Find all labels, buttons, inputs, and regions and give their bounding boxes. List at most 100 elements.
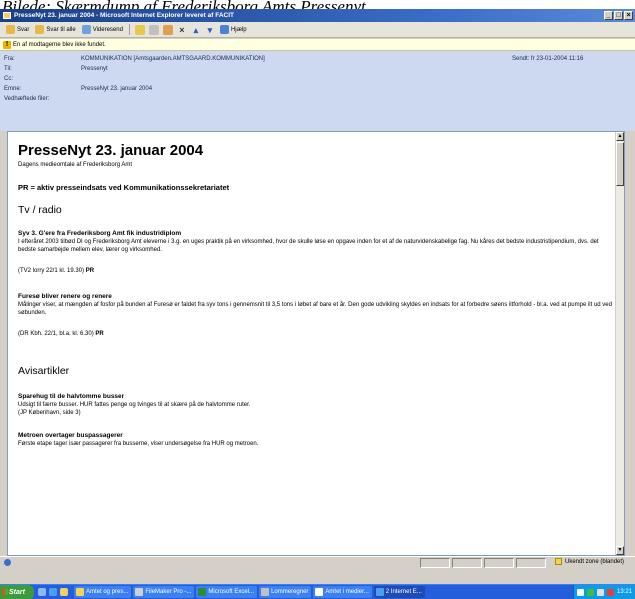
pr-note: PR = aktiv presseindsats ved Kommunikati… — [18, 183, 230, 192]
source-text: (TV2 lorry 22/1 kl. 19.30) — [18, 268, 85, 274]
vertical-scrollbar[interactable]: ▲ ▼ — [615, 132, 624, 555]
section-tv-radio: Tv / radio — [18, 204, 62, 216]
message-body[interactable]: PresseNyt 23. januar 2004 Dagens medieom… — [7, 131, 625, 556]
article-source: (JP København, side 3) — [18, 410, 81, 416]
cc-row: Cc: — [4, 74, 13, 84]
mail-icon — [3, 12, 11, 19]
cc-label: Cc: — [4, 76, 13, 82]
article-body: I efteråret 2003 tilbød DI og Frederiksb… — [18, 239, 599, 253]
sent-value: fr 23-01-2004 11:16 — [531, 56, 584, 62]
subject-value: PresseNyt 23. januar 2004 — [81, 86, 153, 92]
next-icon[interactable]: ▾ — [205, 25, 215, 35]
tv-article: Furesø bliver renere og renere Målinger … — [18, 292, 612, 338]
taskbar-button[interactable]: Amtet og pres... — [74, 586, 132, 598]
reply-all-icon — [35, 25, 45, 34]
avis-article: Metroen overtager buspassagerer Første e… — [18, 431, 612, 448]
status-bar: Ukendt zone (blandet) — [0, 556, 635, 568]
start-button[interactable]: Start — [0, 584, 34, 599]
scroll-up-arrow[interactable]: ▲ — [616, 132, 624, 141]
filemaker-icon — [135, 588, 144, 596]
forward-label: Videresend — [92, 26, 123, 33]
ie-window: PresseNyt 23. januar 2004 - Microsoft In… — [0, 9, 635, 584]
tv-article: Syv 3. G'ere fra Frederiksborg Amt fik i… — [18, 229, 612, 275]
to-value[interactable]: Pressenyt — [81, 64, 108, 74]
from-row: Fra: KOMMUNIKATION [Amtsgaarden.AMTSGAAR… — [4, 54, 265, 64]
toolbar: Svar Svar til alle Videresend × ▴ ▾ Hjæl… — [0, 22, 635, 38]
document-icon — [315, 588, 324, 596]
reply-label: Svar — [17, 26, 30, 33]
help-button[interactable]: Hjælp — [217, 23, 250, 36]
network-icon[interactable] — [576, 588, 584, 596]
article-body: Målinger viser, at mængden af fosfor på … — [18, 302, 612, 316]
article-body: Første etape tager især passagerer fra b… — [18, 441, 259, 447]
taskbar-label: Lommeregner — [271, 589, 309, 595]
section-avisartikler: Avisartikler — [18, 365, 70, 377]
document: PresseNyt 23. januar 2004 Dagens medieom… — [18, 142, 612, 448]
help-label: Hjælp — [230, 26, 247, 33]
article-body: Udsigt til færre busser. HUR fattes peng… — [18, 402, 251, 408]
flag-icon[interactable] — [134, 24, 145, 35]
window-controls: _ □ × — [604, 11, 633, 20]
to-label: Til: — [4, 66, 12, 72]
forward-button[interactable]: Videresend — [79, 23, 126, 36]
quick-launch — [34, 588, 72, 596]
antivirus-icon[interactable] — [586, 588, 594, 596]
toolbar-separator — [128, 24, 130, 35]
address-book-icon[interactable] — [162, 24, 173, 35]
window-title: PresseNyt 23. januar 2004 - Microsoft In… — [14, 12, 234, 19]
delete-icon[interactable]: × — [177, 25, 187, 35]
ie-icon — [375, 588, 384, 596]
pr-tag: PR — [85, 268, 95, 274]
title-bar: PresseNyt 23. januar 2004 - Microsoft In… — [0, 9, 635, 22]
article-headline: Syv 3. G'ere fra Frederiksborg Amt fik i… — [18, 230, 182, 237]
taskbar-button[interactable]: Amtet i medier... — [313, 586, 372, 598]
taskbar-button[interactable]: Microsoft Excel... — [196, 586, 258, 598]
help-icon — [219, 25, 229, 34]
status-field — [420, 558, 450, 568]
from-label: Fra: — [4, 56, 15, 62]
scroll-down-arrow[interactable]: ▼ — [616, 546, 624, 555]
taskbar-button[interactable]: FileMaker Pro -... — [133, 586, 195, 598]
avis-article: Sparehug til de halvtomme busser Udsigt … — [18, 392, 612, 417]
maximize-button[interactable]: □ — [614, 11, 623, 20]
pr-tag: PR — [95, 331, 104, 337]
article-headline: Furesø bliver renere og renere — [18, 293, 112, 300]
close-button[interactable]: × — [624, 11, 633, 20]
from-value[interactable]: KOMMUNIKATION [Amtsgaarden.AMTSGAARD.KOM… — [81, 54, 265, 64]
system-tray: 13:21 — [572, 584, 635, 599]
document-title: PresseNyt 23. januar 2004 — [18, 142, 204, 159]
subject-label: Emne: — [4, 86, 22, 92]
minimize-button[interactable]: _ — [604, 11, 613, 20]
info-message: En af modtagerne blev ikke fundet. — [13, 42, 106, 48]
info-bar: ! En af modtagerne blev ikke fundet. — [0, 39, 635, 51]
taskbar: Start Amtet og pres... FileMaker Pro -..… — [0, 584, 635, 599]
desktop-icon[interactable] — [38, 588, 46, 596]
taskbar-button-active[interactable]: 2 Internet E... — [373, 586, 425, 598]
scroll-thumb[interactable] — [616, 142, 624, 186]
start-label: Start — [9, 588, 25, 596]
outlook-icon[interactable] — [60, 588, 68, 596]
zone-label: Ukendt zone (blandet) — [565, 559, 625, 565]
windows-logo-icon — [2, 588, 8, 595]
print-icon[interactable] — [148, 24, 159, 35]
clock[interactable]: 13:21 — [617, 589, 632, 595]
article-source: (DR Kbh. 22/1, bl.a. kl. 6.30) PR — [18, 330, 612, 338]
taskbar-label: Microsoft Excel... — [208, 589, 255, 595]
taskbar-label: 2 Internet E... — [385, 589, 422, 595]
reply-icon — [6, 25, 15, 34]
calculator-icon — [261, 588, 270, 596]
previous-icon[interactable]: ▴ — [191, 25, 201, 35]
ie-icon[interactable] — [49, 588, 57, 596]
reply-all-button[interactable]: Svar til alle — [32, 23, 78, 36]
security-zone[interactable]: Ukendt zone (blandet) — [555, 557, 624, 568]
status-field — [516, 558, 546, 568]
sent-info: Sendt: fr 23-01-2004 11:16 — [512, 54, 583, 64]
article-source: (TV2 lorry 22/1 kl. 19.30) PR — [18, 267, 612, 275]
taskbar-button[interactable]: Lommeregner — [259, 586, 312, 598]
warning-icon: ! — [3, 41, 11, 49]
article-headline: Metroen overtager buspassagerer — [18, 432, 123, 439]
security-icon[interactable] — [606, 588, 614, 596]
reply-button[interactable]: Svar — [3, 23, 32, 36]
volume-icon[interactable] — [596, 588, 604, 596]
lock-icon — [555, 557, 562, 565]
